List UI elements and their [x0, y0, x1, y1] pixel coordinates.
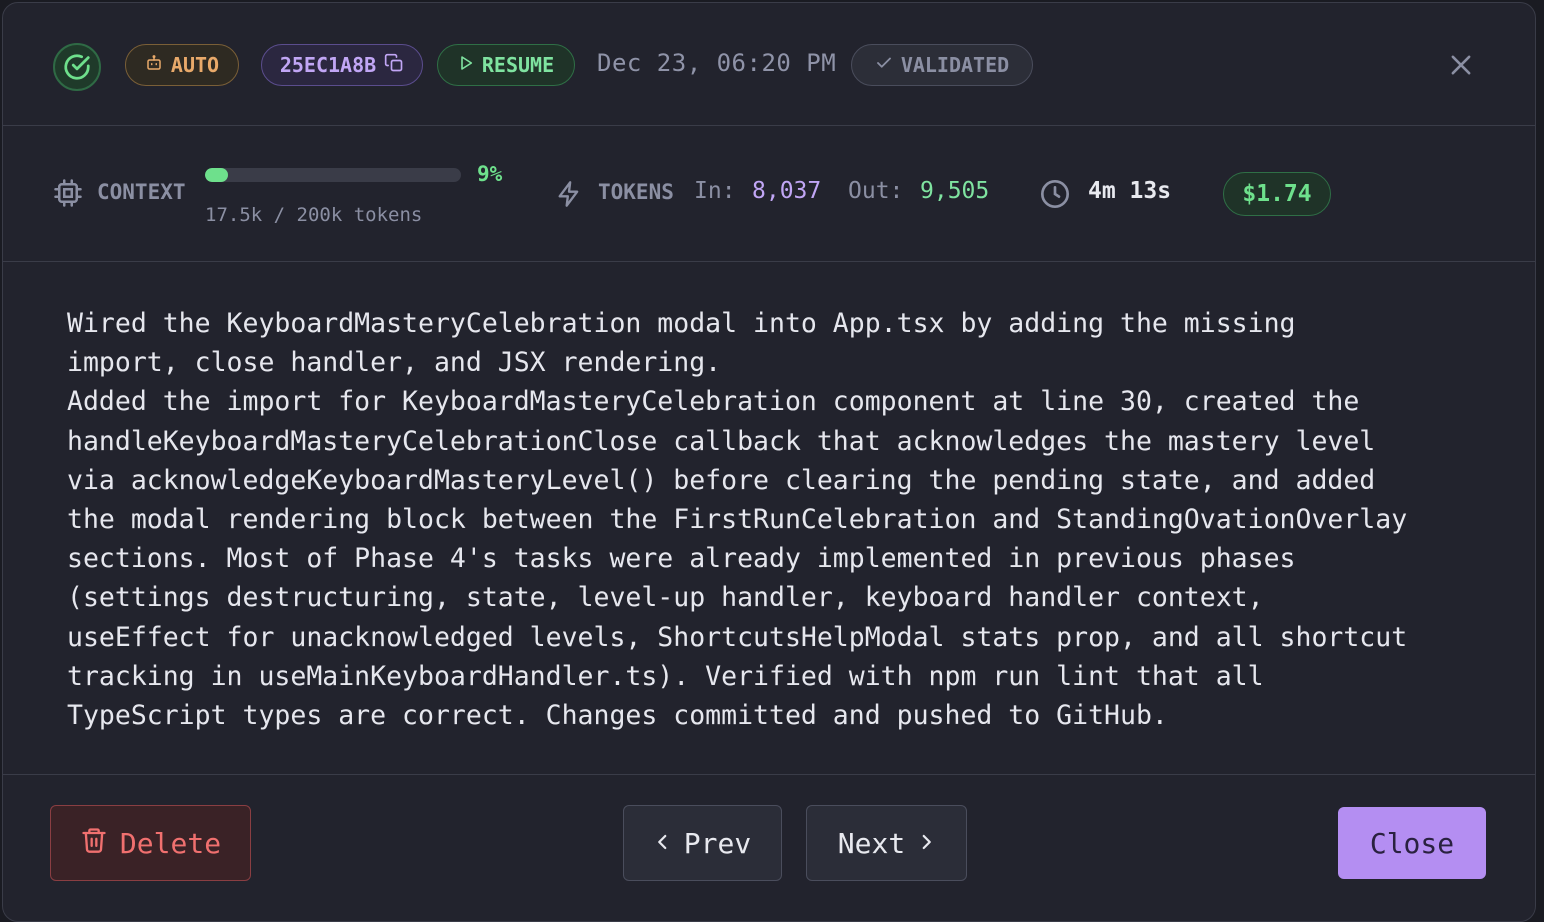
robot-icon: [145, 53, 163, 77]
copy-icon[interactable]: [384, 53, 404, 78]
check-circle-icon: [53, 43, 101, 91]
lightning-icon: [555, 178, 583, 214]
context-progress-fill: [205, 168, 229, 182]
tokens-out-label: Out:: [848, 178, 904, 204]
usage-stats-bar: CONTEXT 9% 17.5k / 200k tokens TOKENS In…: [3, 126, 1535, 262]
chevron-right-icon: [917, 827, 935, 860]
context-label: CONTEXT: [97, 180, 186, 204]
check-icon: [875, 53, 893, 77]
next-button[interactable]: Next: [806, 805, 967, 881]
resume-label: RESUME: [481, 53, 555, 77]
auto-badge: AUTO: [125, 44, 239, 86]
tokens-label: TOKENS: [598, 180, 674, 204]
tokens-in-value: 8,037: [752, 178, 822, 204]
delete-button[interactable]: Delete: [50, 805, 251, 881]
auto-label: AUTO: [170, 53, 220, 77]
close-button[interactable]: Close: [1338, 807, 1486, 879]
validated-badge: VALIDATED: [851, 44, 1033, 86]
trash-icon: [80, 824, 108, 863]
session-detail-modal: AUTO 25EC1A8B RESUME Dec 23, 06:20 PM VA…: [2, 2, 1536, 922]
tokens-in-label: In:: [694, 178, 736, 204]
close-icon[interactable]: [1443, 47, 1479, 83]
context-token-count: 17.5k / 200k tokens: [205, 204, 423, 226]
tokens-out-value: 9,505: [920, 178, 990, 204]
session-date: Dec 23, 06:20 PM: [597, 49, 837, 77]
context-progress-bar: [205, 168, 461, 182]
summary-text: Wired the KeyboardMasteryCelebration mod…: [67, 308, 1408, 732]
delete-label: Delete: [119, 826, 222, 860]
clock-icon: [1039, 178, 1071, 214]
cost-badge: $1.74: [1223, 172, 1331, 216]
validated-label: VALIDATED: [900, 53, 1010, 77]
prev-button[interactable]: Prev: [623, 805, 782, 881]
session-id-badge[interactable]: 25EC1A8B: [261, 44, 423, 86]
prev-label: Prev: [683, 826, 752, 860]
session-id: 25EC1A8B: [279, 53, 377, 77]
play-icon: [458, 53, 474, 77]
modal-header: AUTO 25EC1A8B RESUME Dec 23, 06:20 PM VA…: [3, 3, 1535, 126]
duration: 4m 13s: [1088, 178, 1172, 204]
cpu-chip-icon: [53, 178, 83, 212]
chevron-left-icon: [654, 827, 672, 860]
resume-button[interactable]: RESUME: [437, 44, 575, 86]
next-label: Next: [837, 826, 906, 860]
context-percent: 9%: [477, 162, 503, 186]
summary-section: Wired the KeyboardMasteryCelebration mod…: [3, 262, 1535, 775]
